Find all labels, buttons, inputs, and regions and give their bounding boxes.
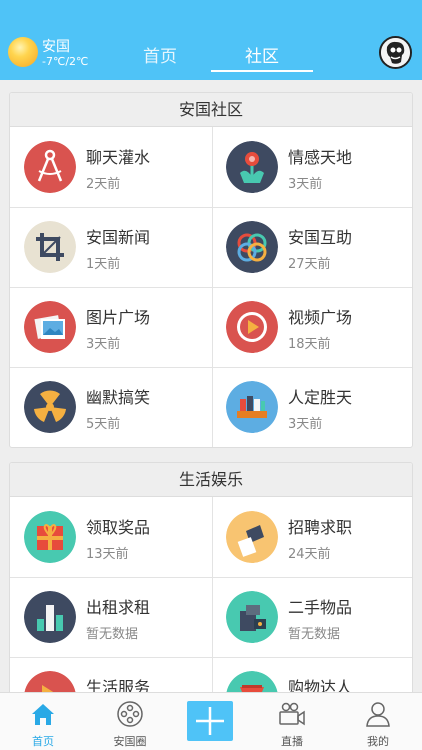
forum-time: 18天前: [288, 337, 331, 352]
photos-icon: [24, 301, 76, 353]
tab-community[interactable]: 社区: [240, 42, 284, 67]
forum-item-humor[interactable]: 幽默搞笑 5天前: [10, 367, 212, 447]
forum-item-willpower[interactable]: 人定胜天 3天前: [212, 367, 412, 447]
nav-live[interactable]: 直播: [257, 693, 327, 750]
flower-icon: [226, 141, 278, 193]
post-plus-button[interactable]: [187, 701, 233, 741]
temperature: -7℃/2℃: [42, 55, 89, 68]
books-icon: [226, 381, 278, 433]
plus-icon: [196, 707, 224, 735]
forum-name: 出租求租: [86, 598, 151, 617]
forum-time: 1天前: [86, 257, 121, 272]
forum-time: 5天前: [86, 417, 121, 432]
forum-item-jobs[interactable]: 招聘求职 24天前: [212, 497, 412, 577]
chart-icon: [24, 591, 76, 643]
top-header: 安国 -7℃/2℃ 首页 社区: [0, 0, 422, 80]
forum-name: 幽默搞笑: [86, 388, 151, 407]
play-icon: [226, 301, 278, 353]
printer-icon: [226, 591, 278, 643]
content-area: 安国社区 聊天灌水 2天前 情感天地 3天前 安国新闻 1天前 安国互助 27天…: [0, 80, 422, 692]
forum-time: 24天前: [288, 547, 331, 562]
forum-item-help[interactable]: 安国互助 27天前: [212, 207, 412, 287]
circle-group-icon: [117, 701, 143, 727]
forum-name: 视频广场: [288, 308, 353, 327]
forum-item-secondhand[interactable]: 二手物品 暂无数据: [212, 577, 412, 657]
tab-home[interactable]: 首页: [140, 42, 180, 67]
forum-item-videos[interactable]: 视频广场 18天前: [212, 287, 412, 367]
forum-name: 生活服务: [86, 678, 151, 692]
crop-icon: [24, 221, 76, 273]
forum-item-services[interactable]: 生活服务: [10, 657, 212, 692]
forum-name: 聊天灌水: [86, 148, 151, 167]
forum-item-news[interactable]: 安国新闻 1天前: [10, 207, 212, 287]
forum-name: 情感天地: [288, 148, 353, 167]
forum-item-chat[interactable]: 聊天灌水 2天前: [10, 127, 212, 207]
forum-name: 购物达人: [288, 678, 353, 692]
forum-name: 安国新闻: [86, 228, 151, 247]
forum-time: 13天前: [86, 547, 129, 562]
nav-me[interactable]: 我的: [343, 693, 413, 750]
badge-icon: [226, 511, 278, 563]
compass-icon: [24, 141, 76, 193]
forum-name: 人定胜天: [288, 388, 353, 407]
gift-icon: [24, 511, 76, 563]
rings-icon: [226, 221, 278, 273]
forum-item-prizes[interactable]: 领取奖品 13天前: [10, 497, 212, 577]
forum-name: 二手物品: [288, 598, 353, 617]
city-name[interactable]: 安国: [42, 36, 70, 56]
nav-home[interactable]: 首页: [8, 693, 78, 750]
active-tab-indicator: [211, 70, 313, 72]
forum-item-rental[interactable]: 出租求租 暂无数据: [10, 577, 212, 657]
section-title: 安国社区: [10, 93, 412, 127]
video-camera-icon: [279, 702, 305, 726]
forum-time: 2天前: [86, 177, 121, 192]
forum-name: 安国互助: [288, 228, 353, 247]
section-grid: 领取奖品 13天前 招聘求职 24天前 出租求租 暂无数据 二手物品 暂无数据 …: [10, 497, 412, 692]
forum-time: 3天前: [86, 337, 121, 352]
forum-time: 27天前: [288, 257, 331, 272]
section-card-community: 安国社区 聊天灌水 2天前 情感天地 3天前 安国新闻 1天前 安国互助 27天…: [9, 92, 413, 448]
nav-label: 安国圈: [113, 735, 147, 748]
section-title: 生活娱乐: [10, 463, 412, 497]
avatar[interactable]: [379, 36, 412, 69]
forum-time: 3天前: [288, 177, 323, 192]
service-icon: [24, 671, 76, 692]
home-icon: [32, 704, 54, 725]
forum-name: 招聘求职: [288, 518, 353, 537]
section-card-life: 生活娱乐 领取奖品 13天前 招聘求职 24天前 出租求租 暂无数据 二手物品 …: [9, 462, 413, 692]
forum-item-shopping[interactable]: 购物达人: [212, 657, 412, 692]
radiation-icon: [24, 381, 76, 433]
nav-circle[interactable]: 安国圈: [95, 693, 165, 750]
cart-icon: [226, 671, 278, 692]
sun-weather-icon: [8, 37, 38, 67]
user-icon: [366, 702, 390, 727]
nav-label: 直播: [281, 735, 303, 748]
forum-item-emotion[interactable]: 情感天地 3天前: [212, 127, 412, 207]
forum-time: 暂无数据: [288, 627, 341, 642]
nav-label: 我的: [367, 735, 389, 748]
bottom-nav: 首页 安国圈 直播 我的: [0, 692, 422, 750]
forum-time: 暂无数据: [86, 627, 139, 642]
forum-name: 图片广场: [86, 308, 151, 327]
nav-label: 首页: [32, 735, 54, 748]
forum-time: 3天前: [288, 417, 323, 432]
section-grid: 聊天灌水 2天前 情感天地 3天前 安国新闻 1天前 安国互助 27天前 图片广…: [10, 127, 412, 447]
forum-item-pictures[interactable]: 图片广场 3天前: [10, 287, 212, 367]
forum-name: 领取奖品: [86, 518, 151, 537]
